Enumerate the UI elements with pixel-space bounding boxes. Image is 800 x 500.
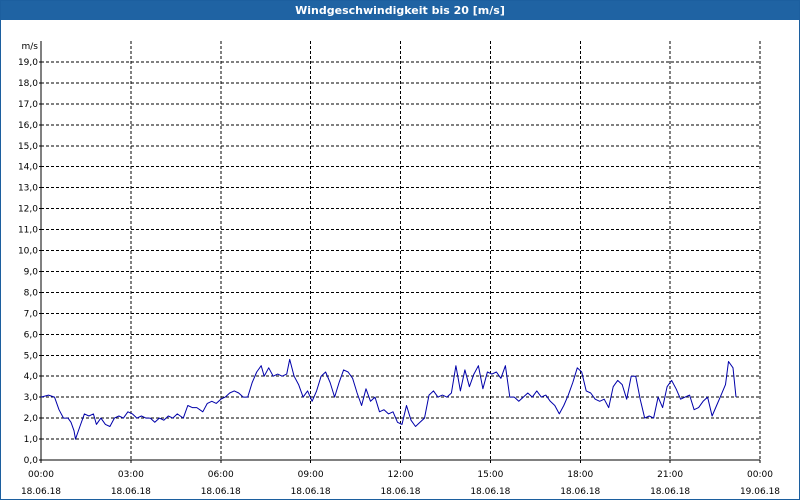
tick-labels: 0,0 1,0 2,0 3,0 4,0 5,0 6,0 7,0 8,0 9,0 10,0 11,0 12… — [18, 42, 780, 497]
y-tick-label: 11,0 — [18, 226, 38, 236]
y-tick-label: 4,0 — [24, 372, 39, 382]
x-tick-date: 18.06.18 — [201, 487, 241, 497]
x-tick-date: 18.06.18 — [560, 487, 600, 497]
x-tick-time: 18:00 — [567, 470, 593, 480]
y-axis-label: m/s — [22, 42, 39, 52]
y-tick-label: 8,0 — [24, 288, 39, 298]
series — [40, 358, 737, 440]
y-tick-label: 15,0 — [18, 142, 38, 152]
y-tick-label: 1,0 — [24, 435, 39, 445]
x-tick-time: 00:00 — [747, 470, 773, 480]
y-tick-label: 12,0 — [18, 205, 38, 215]
x-tick-time: 06:00 — [208, 470, 234, 480]
y-tick-label: 7,0 — [24, 309, 39, 319]
x-tick-date: 18.06.18 — [380, 487, 420, 497]
x-tick-date: 18.06.18 — [291, 487, 331, 497]
x-tick-time: 03:00 — [118, 470, 144, 480]
x-tick-date: 18.06.18 — [111, 487, 151, 497]
x-tick-time: 00:00 — [28, 470, 54, 480]
x-tick-time: 15:00 — [477, 470, 503, 480]
x-tick-date: 18.06.18 — [470, 487, 510, 497]
y-tick-label: 6,0 — [24, 330, 39, 340]
wind-speed-chart: 0,0 1,0 2,0 3,0 4,0 5,0 6,0 7,0 8,0 9,0 10,0 11,0 12… — [18, 41, 780, 497]
x-tick-time: 09:00 — [298, 470, 324, 480]
y-tick-label: 10,0 — [18, 247, 38, 257]
grid-lines — [41, 41, 761, 460]
y-tick-label: 18,0 — [18, 79, 38, 89]
x-tick-time: 12:00 — [388, 470, 414, 480]
y-tick-label: 17,0 — [18, 100, 38, 110]
y-tick-label: 3,0 — [24, 393, 39, 403]
y-tick-label: 0,0 — [24, 456, 39, 466]
series-line-wind-speed — [40, 358, 737, 440]
y-tick-label: 14,0 — [18, 163, 38, 173]
x-tick-date: 19.06.18 — [740, 487, 780, 497]
y-tick-label: 5,0 — [24, 351, 39, 361]
x-tick-time: 21:00 — [657, 470, 683, 480]
y-tick-label: 13,0 — [18, 184, 38, 194]
x-tick-date: 18.06.18 — [21, 487, 61, 497]
y-tick-label: 2,0 — [24, 414, 39, 424]
y-tick-label: 9,0 — [24, 267, 39, 277]
x-tick-date: 18.06.18 — [650, 487, 690, 497]
chart-window: Windgeschwindigkeit bis 20 [m/s] 0,0 1,0 2… — [0, 0, 800, 500]
y-tick-label: 19,0 — [18, 58, 38, 68]
y-tick-label: 16,0 — [18, 121, 38, 131]
